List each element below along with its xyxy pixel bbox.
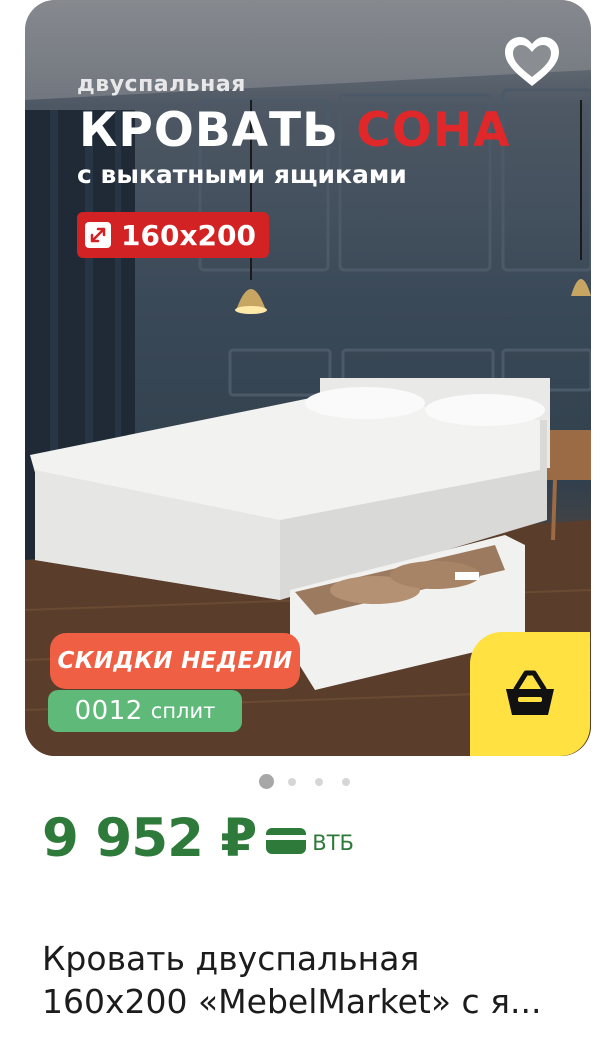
card-icon	[266, 828, 307, 854]
heading-word-white: КРОВАТЬ	[79, 103, 339, 158]
product-title[interactable]: Кровать двуспальная 160x200 «MebelMarket…	[42, 937, 582, 1023]
resize-icon	[85, 222, 111, 248]
image-heading-big: КРОВАТЬ СОНА	[79, 103, 510, 159]
split-label: сплит	[150, 699, 216, 723]
bank-name: ВТБ	[312, 831, 354, 855]
carousel-dot[interactable]	[288, 777, 296, 786]
size-badge: 160x200	[77, 212, 269, 258]
product-title-line: Кровать двуспальная	[42, 939, 420, 978]
carousel-dot-active[interactable]	[259, 774, 274, 789]
split-amount: 0012	[74, 696, 143, 726]
favorite-button[interactable]	[493, 32, 571, 92]
image-heading-sub: с выкатными ящиками	[77, 160, 407, 189]
carousel-dot[interactable]	[315, 777, 323, 786]
split-badge: 0012 сплит	[48, 690, 242, 732]
carousel-dot[interactable]	[342, 777, 350, 786]
basket-icon	[506, 670, 554, 715]
promo-badge: СКИДКИ НЕДЕЛИ	[50, 633, 300, 689]
image-heading-small: двуспальная	[77, 72, 246, 97]
price: 9 952 ₽	[42, 807, 257, 869]
heart-icon	[505, 37, 559, 86]
add-to-cart-button[interactable]	[470, 632, 590, 756]
heading-word-red: СОНА	[356, 103, 511, 158]
carousel-indicator	[259, 774, 369, 789]
price-row: 9 952 ₽ ВТБ	[42, 807, 354, 869]
product-title-line: 160x200 «MebelMarket» с я...	[42, 982, 542, 1021]
size-label: 160x200	[121, 218, 256, 252]
